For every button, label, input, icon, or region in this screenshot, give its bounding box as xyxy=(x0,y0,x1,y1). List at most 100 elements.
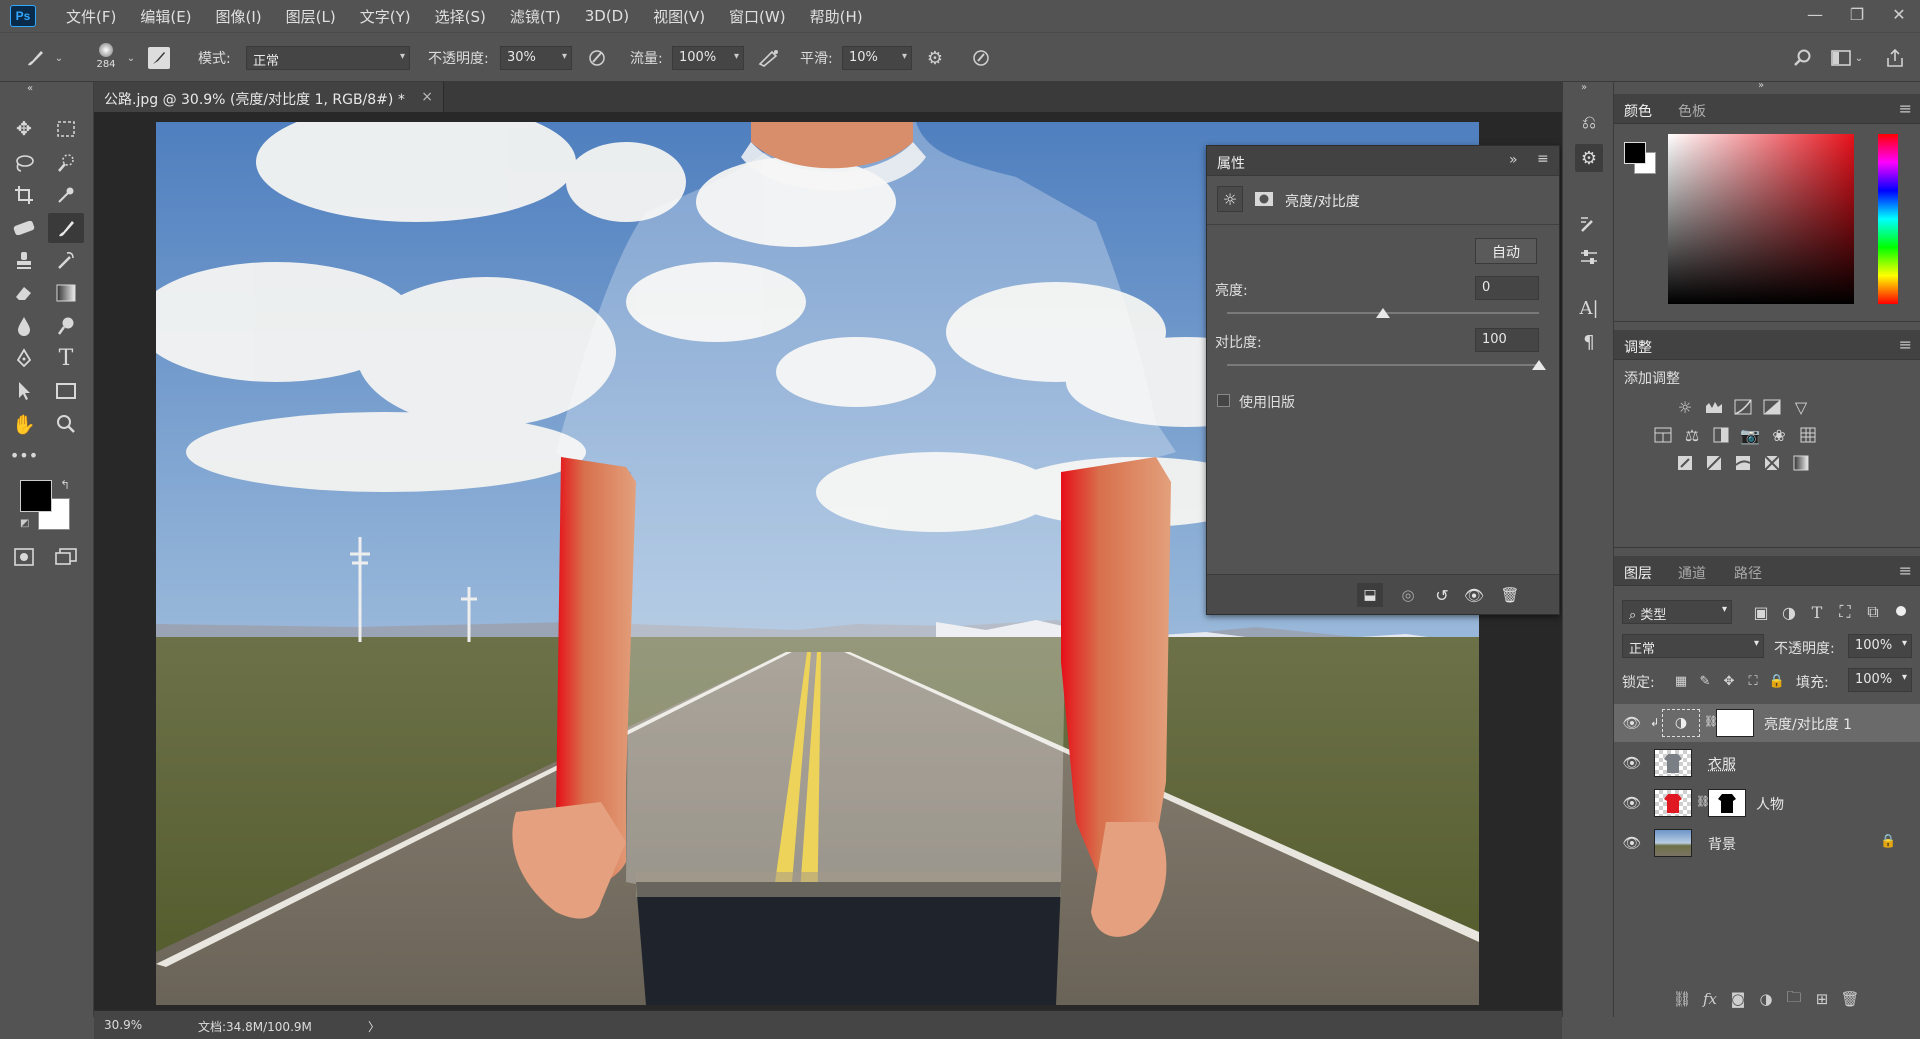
layer-style-icon[interactable]: fx xyxy=(1698,987,1722,1011)
levels-adjust-icon[interactable] xyxy=(1703,396,1725,418)
legacy-checkbox[interactable] xyxy=(1217,394,1230,407)
brush-settings-icon[interactable] xyxy=(1575,210,1603,238)
filter-smart-object-icon[interactable]: ⧉ xyxy=(1862,601,1884,623)
brightness-input[interactable]: 0 xyxy=(1475,276,1539,300)
visibility-eye-icon[interactable]: 👁 xyxy=(1622,793,1642,813)
reset-icon[interactable]: ↺ xyxy=(1429,583,1455,607)
flow-input[interactable]: 100% ▾ xyxy=(672,46,744,70)
default-colors-icon[interactable]: ◩ xyxy=(20,518,29,529)
zoom-level[interactable]: 30.9% xyxy=(104,1018,142,1032)
filter-adjustment-icon[interactable]: ◑ xyxy=(1778,601,1800,623)
opacity-input[interactable]: 30% ▾ xyxy=(500,46,572,70)
link-layers-icon[interactable]: ⛓ xyxy=(1670,987,1694,1011)
filter-pixel-icon[interactable]: ▣ xyxy=(1750,601,1772,623)
invert-adjust-icon[interactable] xyxy=(1674,452,1696,474)
swap-colors-icon[interactable]: ↰ xyxy=(60,478,70,492)
visibility-eye-icon[interactable]: 👁 xyxy=(1461,583,1487,607)
hand-tool-icon[interactable]: ✋ xyxy=(6,409,42,439)
lock-pixels-icon[interactable]: ✎ xyxy=(1694,670,1716,692)
black-white-adjust-icon[interactable] xyxy=(1710,424,1732,446)
tab-adjustments[interactable]: 调整 xyxy=(1624,337,1652,357)
close-tab-icon[interactable]: × xyxy=(421,89,433,105)
menu-type[interactable]: 文字(Y) xyxy=(348,6,423,27)
collapse-dock-icon[interactable]: » xyxy=(1758,80,1778,91)
new-adjustment-layer-icon[interactable]: ◑ xyxy=(1754,987,1778,1011)
layer-mask-icon[interactable] xyxy=(1251,186,1277,212)
status-menu-arrow[interactable]: 〉 xyxy=(368,1018,380,1035)
auto-button[interactable]: 自动 xyxy=(1475,238,1537,264)
smoothing-input[interactable]: 10% ▾ xyxy=(842,46,912,70)
menu-filter[interactable]: 滤镜(T) xyxy=(498,6,573,27)
workspace-icon[interactable] xyxy=(1828,45,1854,71)
eraser-tool-icon[interactable] xyxy=(6,278,42,308)
minimize-button[interactable]: — xyxy=(1794,0,1836,28)
tab-color[interactable]: 颜色 xyxy=(1624,101,1652,121)
lock-artboard-icon[interactable]: ⛶ xyxy=(1742,670,1764,692)
clip-to-layer-icon[interactable]: ⬓ xyxy=(1357,583,1383,607)
channel-mixer-adjust-icon[interactable]: ❀ xyxy=(1768,424,1790,446)
adjust-sliders-icon[interactable] xyxy=(1575,244,1603,272)
tab-channels[interactable]: 通道 xyxy=(1678,563,1706,583)
add-mask-icon[interactable]: ◙ xyxy=(1726,987,1750,1011)
mode-select[interactable]: 正常 ▾ xyxy=(246,46,410,70)
panel-menu-icon[interactable]: ≡ xyxy=(1899,561,1912,580)
hue-slider[interactable] xyxy=(1878,134,1898,304)
panel-menu-icon[interactable]: ≡ xyxy=(1899,99,1912,118)
menu-help[interactable]: 帮助(H) xyxy=(798,6,875,27)
pen-tool-icon[interactable] xyxy=(6,343,42,373)
zoom-tool-icon[interactable] xyxy=(48,409,84,439)
hue-saturation-adjust-icon[interactable] xyxy=(1652,424,1674,446)
lasso-tool-icon[interactable] xyxy=(6,148,42,178)
layer-row-background[interactable]: 👁 背景 🔒 xyxy=(1614,824,1920,862)
brightness-contrast-icon[interactable]: ☼ xyxy=(1217,186,1243,212)
visibility-eye-icon[interactable]: 👁 xyxy=(1622,713,1642,733)
tab-swatches[interactable]: 色板 xyxy=(1678,101,1706,121)
menu-file[interactable]: 文件(F) xyxy=(54,6,128,27)
brush-tool-icon[interactable] xyxy=(48,213,84,243)
brush-preset-picker[interactable]: 284 xyxy=(92,41,120,79)
marquee-tool-icon[interactable] xyxy=(48,114,84,144)
crop-tool-icon[interactable] xyxy=(6,180,42,210)
brush-preset-chevron-icon[interactable]: ⌄ xyxy=(124,45,138,71)
eyedropper-tool-icon[interactable] xyxy=(48,180,84,210)
pressure-size-icon[interactable] xyxy=(968,45,994,71)
tool-preset-chevron-icon[interactable]: ⌄ xyxy=(52,45,66,71)
color-balance-adjust-icon[interactable]: ⚖ xyxy=(1681,424,1703,446)
menu-edit[interactable]: 编辑(E) xyxy=(128,6,203,27)
layer-filter-select[interactable]: ⌕ 类型 ▾ xyxy=(1622,600,1732,624)
brightness-slider-thumb[interactable] xyxy=(1376,308,1390,318)
type-tool-icon[interactable]: T xyxy=(48,343,84,373)
tab-layers[interactable]: 图层 xyxy=(1624,563,1652,583)
menu-view[interactable]: 视图(V) xyxy=(641,6,717,27)
tab-paths[interactable]: 路径 xyxy=(1734,563,1762,583)
workspace-chevron-icon[interactable]: ⌄ xyxy=(1852,45,1866,71)
properties-panel-icon[interactable]: ⚙ xyxy=(1575,144,1603,172)
fill-input[interactable]: 100% ▾ xyxy=(1848,668,1912,692)
menu-image[interactable]: 图像(I) xyxy=(204,6,274,27)
clone-stamp-tool-icon[interactable] xyxy=(6,245,42,275)
history-panel-icon[interactable]: ⎌ xyxy=(1575,108,1603,136)
airbrush-icon[interactable] xyxy=(756,45,782,71)
contrast-input[interactable]: 100 xyxy=(1475,328,1539,352)
trash-icon[interactable]: 🗑 xyxy=(1497,583,1523,607)
color-lookup-adjust-icon[interactable] xyxy=(1797,424,1819,446)
exposure-adjust-icon[interactable] xyxy=(1761,396,1783,418)
collapse-toolbox-icon[interactable]: « xyxy=(12,82,48,94)
brush-settings-panel-icon[interactable] xyxy=(148,47,170,69)
posterize-adjust-icon[interactable] xyxy=(1703,452,1725,474)
more-tools-icon[interactable]: ••• xyxy=(6,440,42,470)
contrast-slider-thumb[interactable] xyxy=(1532,360,1546,370)
vibrance-adjust-icon[interactable]: ▽ xyxy=(1790,396,1812,418)
lock-transparent-icon[interactable]: ▦ xyxy=(1670,670,1692,692)
menu-layer[interactable]: 图层(L) xyxy=(274,6,348,27)
color-picker-field[interactable] xyxy=(1668,134,1854,304)
move-tool-icon[interactable]: ✥ xyxy=(6,114,42,144)
screen-mode-icon[interactable] xyxy=(48,542,84,572)
blur-tool-icon[interactable] xyxy=(6,311,42,341)
menu-3d[interactable]: 3D(D) xyxy=(573,7,641,25)
dodge-tool-icon[interactable] xyxy=(48,311,84,341)
panel-menu-icon[interactable]: ≡ xyxy=(1899,335,1912,354)
panel-menu-icon[interactable]: ≡ xyxy=(1537,151,1549,167)
blend-mode-select[interactable]: 正常 ▾ xyxy=(1622,634,1764,658)
selective-color-adjust-icon[interactable] xyxy=(1761,452,1783,474)
